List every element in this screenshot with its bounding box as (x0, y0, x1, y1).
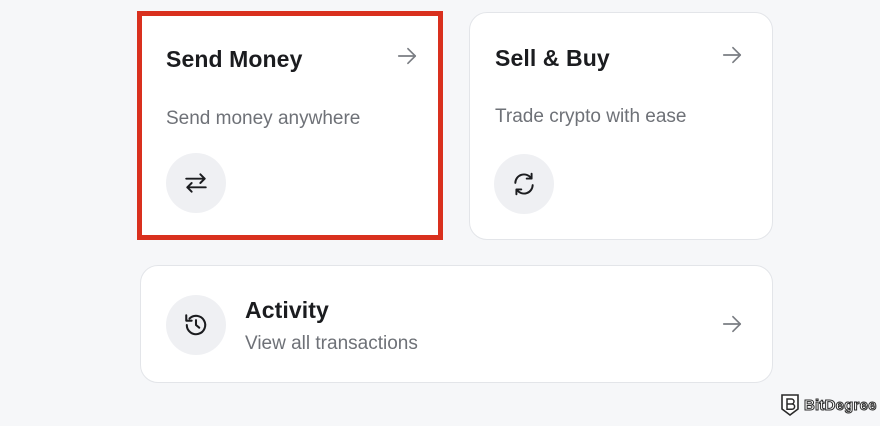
refresh-icon (514, 172, 534, 196)
sell-buy-icon-wrap (494, 154, 554, 214)
history-icon (185, 314, 207, 336)
send-money-icon-wrap (166, 153, 226, 213)
sell-buy-card[interactable]: Sell & Buy Trade crypto with ease (469, 12, 773, 240)
watermark-text: BitDegree (804, 396, 877, 414)
send-money-subtitle: Send money anywhere (166, 108, 361, 129)
arrow-right-icon (722, 46, 742, 64)
sell-buy-subtitle: Trade crypto with ease (495, 106, 687, 127)
activity-title: Activity (245, 297, 329, 323)
arrow-right-icon (722, 315, 742, 333)
sell-buy-title: Sell & Buy (495, 45, 610, 71)
activity-card[interactable]: Activity View all transactions (140, 265, 773, 383)
bitdegree-watermark: BitDegree (780, 393, 877, 417)
send-money-card[interactable]: Send Money Send money anywhere (137, 11, 443, 240)
arrow-right-icon (397, 47, 417, 65)
bitdegree-logo-icon (781, 394, 799, 416)
swap-arrows-icon (185, 173, 207, 193)
activity-subtitle: View all transactions (245, 333, 418, 354)
activity-icon-wrap (166, 295, 226, 355)
send-money-title: Send Money (166, 46, 303, 72)
